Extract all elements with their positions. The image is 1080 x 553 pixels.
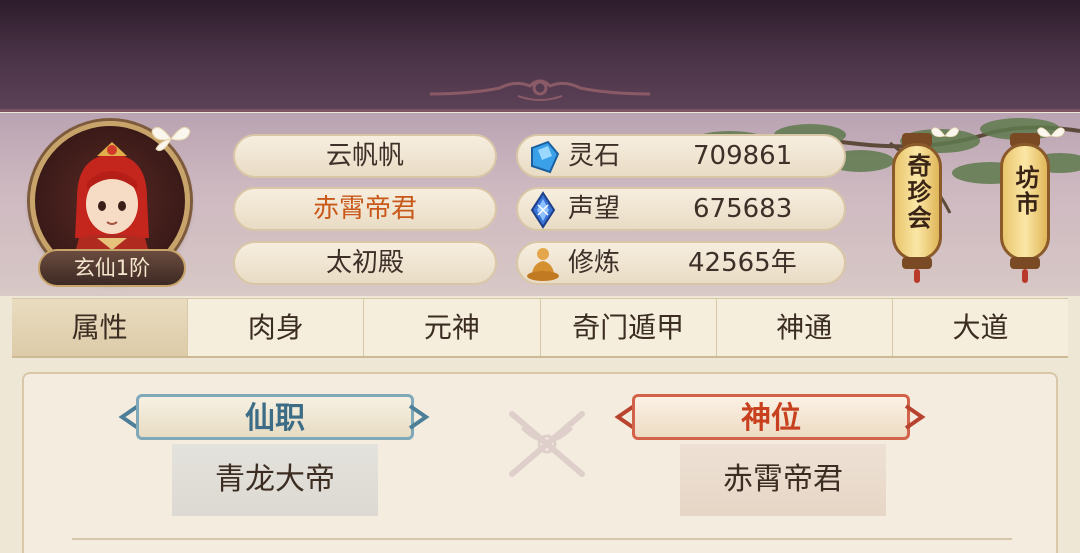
- player-title: 赤霄帝君: [233, 187, 497, 231]
- lantern-cap: [1010, 257, 1040, 269]
- tab-great-dao[interactable]: 大道: [892, 299, 1069, 356]
- tab-body[interactable]: 肉身: [188, 299, 365, 356]
- stat-label: 修炼: [568, 248, 621, 278]
- stat-value: 709861: [693, 141, 793, 171]
- top-banner: [0, 0, 1080, 112]
- divine-rank-header: 神位: [632, 394, 910, 440]
- rank-badge: 玄仙1阶: [38, 249, 186, 287]
- player-palace: 太初殿: [233, 241, 497, 285]
- stat-value: 675683: [693, 194, 793, 224]
- tab-qimen-dunjia[interactable]: 奇门遁甲: [540, 299, 717, 356]
- crossed-swords-icon: [509, 411, 585, 477]
- attributes-panel: 仙职 青龙大帝 神位 赤霄帝君: [22, 372, 1058, 553]
- lantern-cap: [902, 257, 932, 269]
- cloud-ornament-icon: [430, 79, 650, 101]
- player-name: 云帆帆: [233, 134, 497, 178]
- stat-cultivation: 修炼 42565年: [516, 241, 846, 285]
- cultivation-icon: [527, 248, 559, 281]
- tab-bar: 属性 肉身 元神 奇门遁甲 神通 大道: [12, 298, 1069, 358]
- immortal-post-value: 青龙大帝: [172, 444, 378, 516]
- stat-value: 42565年: [688, 248, 797, 278]
- tab-attributes[interactable]: 属性: [12, 299, 189, 356]
- lantern-tassel: [914, 269, 920, 283]
- divine-rank-value: 赤霄帝君: [680, 444, 886, 516]
- profile-area: 玄仙1阶 云帆帆 赤霄帝君 太初殿 灵石 709861 声望 675683 修炼…: [0, 113, 1080, 296]
- stat-label: 声望: [568, 194, 621, 224]
- stat-spirit-stone: 灵石 709861: [516, 134, 846, 178]
- chevron-right-icon: [408, 404, 430, 430]
- butterfly-icon: [931, 127, 959, 138]
- lantern-label: 坊市: [1011, 165, 1039, 217]
- divider: [72, 538, 1012, 540]
- tab-soul[interactable]: 元神: [364, 299, 541, 356]
- stat-label: 灵石: [568, 141, 621, 171]
- spirit-stone-icon: [531, 140, 560, 174]
- chevron-right-icon: [904, 404, 926, 430]
- stat-reputation: 声望 675683: [516, 187, 846, 231]
- tab-divine-powers[interactable]: 神通: [716, 299, 893, 356]
- lantern-tassel: [1022, 269, 1028, 283]
- reputation-icon: [530, 191, 556, 229]
- butterfly-icon: [1037, 127, 1065, 138]
- butterfly-icon: [151, 126, 191, 152]
- immortal-post-header: 仙职: [136, 394, 414, 440]
- lantern-label: 奇珍会: [903, 153, 931, 231]
